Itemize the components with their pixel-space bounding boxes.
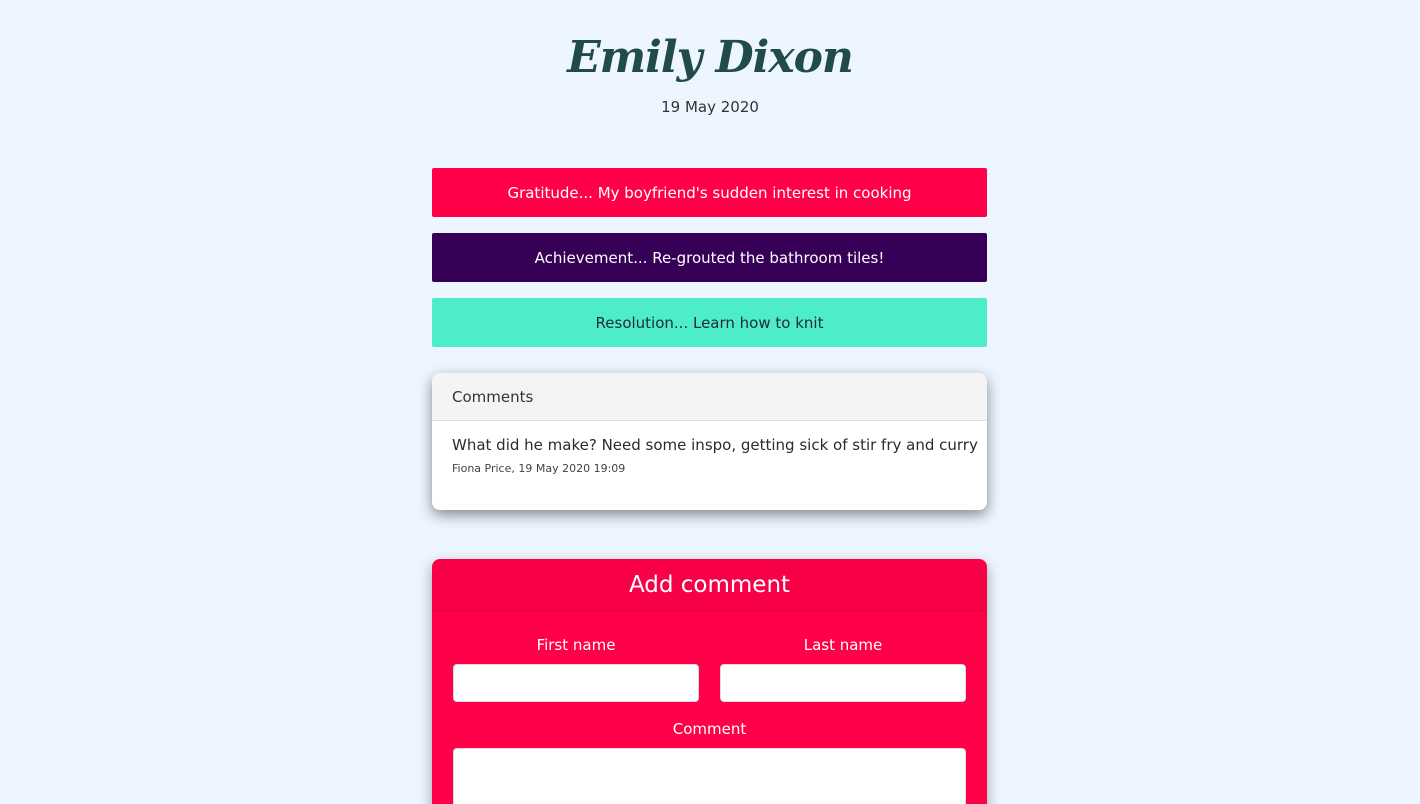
comment-text: What did he make? Need some inspo, getti…	[452, 436, 978, 454]
profile-date: 19 May 2020	[661, 98, 759, 116]
last-name-group: Last name	[720, 636, 966, 702]
comment-textarea[interactable]	[453, 748, 966, 804]
journal-entries: Gratitude... My boyfriend's sudden inter…	[432, 168, 987, 363]
page: Emily Dixon 19 May 2020 Gratitude... My …	[0, 0, 1420, 804]
last-name-label: Last name	[803, 636, 883, 654]
profile-name: Emily Dixon	[567, 32, 854, 83]
add-comment-form: Add comment First name Last name Comment	[432, 559, 987, 804]
comments-panel: Comments What did he make? Need some ins…	[432, 373, 987, 510]
first-name-input[interactable]	[453, 664, 699, 702]
last-name-input[interactable]	[720, 664, 966, 702]
add-comment-title: Add comment	[432, 559, 987, 612]
comment-group: Comment	[432, 720, 987, 804]
first-name-label: First name	[536, 636, 616, 654]
entry-resolution: Resolution... Learn how to knit	[432, 298, 987, 347]
entry-achievement: Achievement... Re-grouted the bathroom t…	[432, 233, 987, 282]
name-fields-row: First name Last name	[432, 636, 987, 702]
comments-title: Comments	[432, 373, 987, 421]
profile-header: Emily Dixon 19 May 2020	[0, 0, 1420, 116]
comment-item: What did he make? Need some inspo, getti…	[432, 421, 987, 490]
comment-meta: Fiona Price, 19 May 2020 19:09	[452, 462, 626, 475]
first-name-group: First name	[453, 636, 699, 702]
entry-gratitude: Gratitude... My boyfriend's sudden inter…	[432, 168, 987, 217]
comment-label: Comment	[672, 720, 747, 738]
